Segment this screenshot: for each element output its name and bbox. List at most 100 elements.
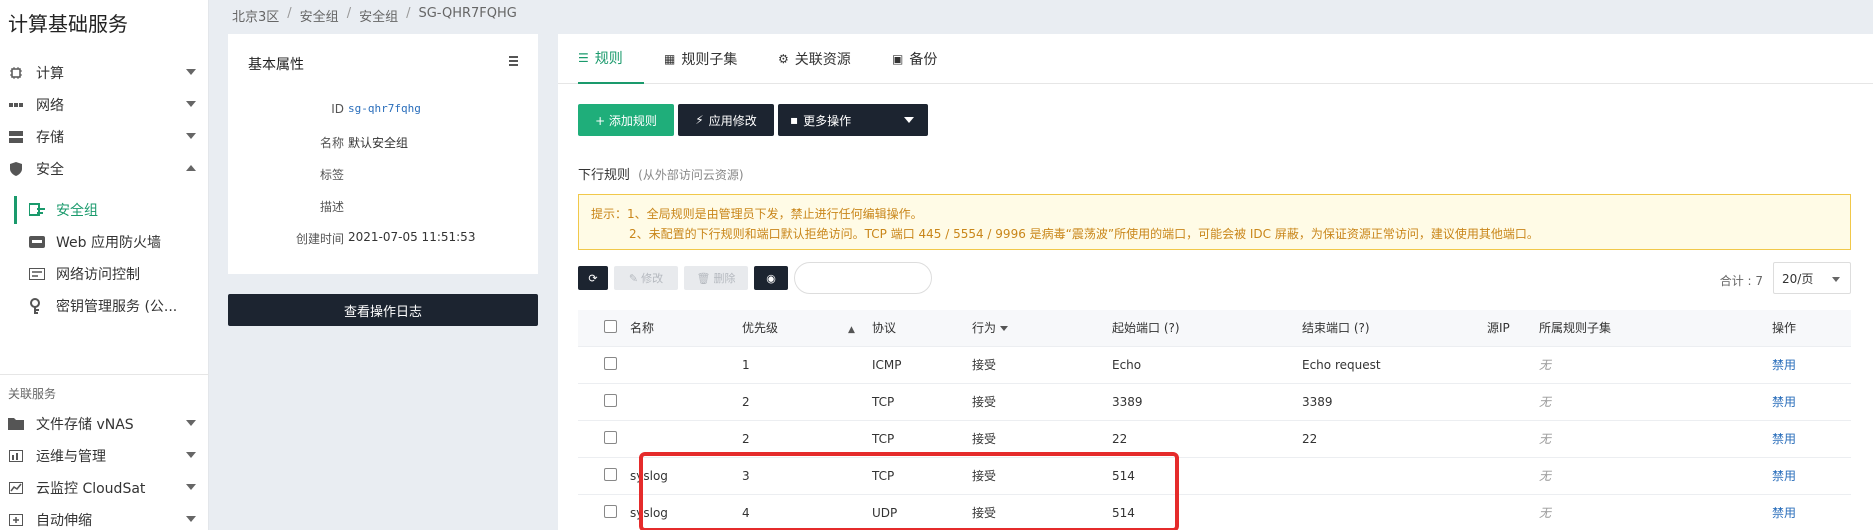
column-header[interactable]: 起始端口 (?) [1112,310,1302,346]
sidebar-item-acl[interactable]: 网络访问控制 [28,262,198,286]
cell-protocol: TCP [872,394,895,409]
filter-caret-icon[interactable] [1000,326,1009,332]
column-header[interactable]: 源IP [1487,310,1539,346]
disable-link[interactable]: 禁用 [1772,457,1851,494]
disable-link[interactable]: 禁用 [1772,420,1851,457]
button-label: 应用修改 [708,113,757,128]
cell-end-port [1302,494,1487,530]
more-actions-dropdown[interactable]: ▪ 更多操作 [778,104,928,136]
sidebar-item-vnas[interactable]: 文件存储 vNAS [8,412,196,436]
view-logs-button[interactable]: 查看操作日志 [228,294,538,326]
column-header[interactable]: 名称 [630,310,742,346]
sidebar-item-kms[interactable]: 密钥管理服务 (公... [28,294,198,318]
rules-heading: 下行规则 (从外部访问云资源) [578,164,744,183]
disable-link[interactable]: 禁用 [1772,346,1851,383]
row-checkbox[interactable] [604,504,617,518]
cell-start-port: 514 [1112,505,1135,520]
pencil-icon: ✎ [628,271,639,285]
cell-end-port: 3389 [1302,394,1333,409]
delete-button[interactable]: 🗑 删除 [684,266,748,290]
menu-icon[interactable] [509,56,518,68]
breadcrumb-separator: / [346,6,352,21]
column-label: 行为 [972,321,997,336]
column-header: 操作 [1772,321,1797,336]
cell-protocol: TCP [872,431,895,446]
chevron-up-icon [186,165,196,171]
basic-properties-panel: 基本属性 ID sg-qhr7fqhg 名称 默认安全组 标签 描述 创建时间 … [228,34,538,274]
cell-priority: 1 [742,357,750,372]
row-checkbox[interactable] [604,467,617,481]
column-header[interactable]: 优先级 ▲ [742,310,872,346]
notice-line: 提示：1、全局规则是由管理员下发，禁止进行任何编辑操作。 [591,207,923,221]
tab-rules[interactable]: ☰ 规则 [578,34,644,84]
cell-priority: 2 [742,394,750,409]
refresh-icon: ⟳ [588,271,598,285]
page-size-select[interactable]: 20/页 [1773,262,1851,294]
edit-button[interactable]: ✎ 修改 [614,266,678,290]
sort-asc-icon[interactable]: ▲ [848,325,855,335]
main-panel: ☰ 规则 ▦ 规则子集 ⚙ 关联资源 ▣ 备份 + 添加规则 ⚡ 应用修改 ▪ … [558,34,1873,530]
sidebar-item-label: 网络 [36,98,64,114]
prop-value: 2021-07-05 11:51:53 [348,230,476,244]
sidebar-item-autoscale[interactable]: 自动伸缩 [8,508,196,530]
cell-start-port: Echo [1112,357,1142,372]
table-row[interactable]: 2 TCP 接受 22 22 无 禁用 [578,420,1851,457]
sidebar-item-compute[interactable]: 计算 [8,61,196,85]
cell-source-ip [1487,494,1539,530]
cell-name [630,420,742,457]
security-group-icon [28,203,46,217]
prop-row-tags: 标签 [228,166,538,186]
row-checkbox[interactable] [604,356,617,370]
select-all-checkbox[interactable] [604,319,617,333]
apply-changes-button[interactable]: ⚡ 应用修改 [678,104,774,136]
table-row[interactable]: 1 ICMP 接受 Echo Echo request 无 禁用 [578,346,1851,383]
column-header[interactable]: 所属规则子集 [1539,310,1772,346]
search-input[interactable] [794,262,932,294]
sidebar-item-ops[interactable]: 运维与管理 [8,444,196,468]
prop-row-created: 创建时间 2021-07-05 11:51:53 [228,230,538,250]
cell-subset: 无 [1539,506,1552,521]
tab-label: 规则子集 [681,52,738,68]
cell-protocol: UDP [872,505,898,520]
row-checkbox[interactable] [604,430,617,444]
breadcrumb-current: SG-QHR7FQHG [418,6,517,21]
breadcrumb-item[interactable]: 安全组 [359,6,398,25]
divider [0,374,209,375]
notice-box: 提示：1、全局规则是由管理员下发，禁止进行任何编辑操作。 2、未配置的下行规则和… [578,194,1851,250]
cell-name [630,346,742,383]
breadcrumb-item[interactable]: 北京3区 [232,6,279,25]
prop-row-description: 描述 [228,198,538,218]
prop-value: sg-qhr7fqhg [348,102,421,115]
cell-action: 接受 [972,395,997,409]
disable-link[interactable]: 禁用 [1772,383,1851,420]
prop-label: 创建时间 [295,232,344,246]
sidebar-item-security-group[interactable]: 安全组 [28,198,198,222]
view-button[interactable]: ◉ [754,266,788,290]
breadcrumb-item[interactable]: 安全组 [300,6,339,25]
scale-icon [8,513,24,527]
column-label: 优先级 [742,321,779,336]
key-icon [28,298,46,314]
tab-related-resources[interactable]: ⚙ 关联资源 [778,34,851,84]
table-row[interactable]: 2 TCP 接受 3389 3389 无 禁用 [578,383,1851,420]
table-row[interactable]: syslog 3 TCP 接受 514 无 禁用 [578,457,1851,494]
cell-priority: 4 [742,505,750,520]
tab-rule-subsets[interactable]: ▦ 规则子集 [664,34,737,84]
column-header[interactable]: 协议 [872,310,972,346]
tab-backup[interactable]: ▣ 备份 [892,34,937,84]
sidebar-item-storage[interactable]: 存储 [8,125,196,149]
disable-link[interactable]: 禁用 [1772,494,1851,530]
cell-start-port: 514 [1112,468,1135,483]
table-row[interactable]: syslog 4 UDP 接受 514 无 禁用 [578,494,1851,530]
sidebar-item-network[interactable]: 网络 [8,93,196,117]
sidebar-item-label: 计算 [36,66,64,82]
column-header[interactable]: 行为 [972,310,1112,346]
sidebar-item-cloudsat[interactable]: 云监控 CloudSat [8,476,196,500]
column-header[interactable]: 结束端口 (?) [1302,310,1487,346]
row-checkbox[interactable] [604,393,617,407]
prop-label: 描述 [319,200,344,214]
refresh-button[interactable]: ⟳ [578,266,608,290]
sidebar-item-waf[interactable]: Web 应用防火墙 [28,230,198,254]
add-rule-button[interactable]: + 添加规则 [578,104,674,136]
sidebar-item-security[interactable]: 安全 [8,157,196,181]
